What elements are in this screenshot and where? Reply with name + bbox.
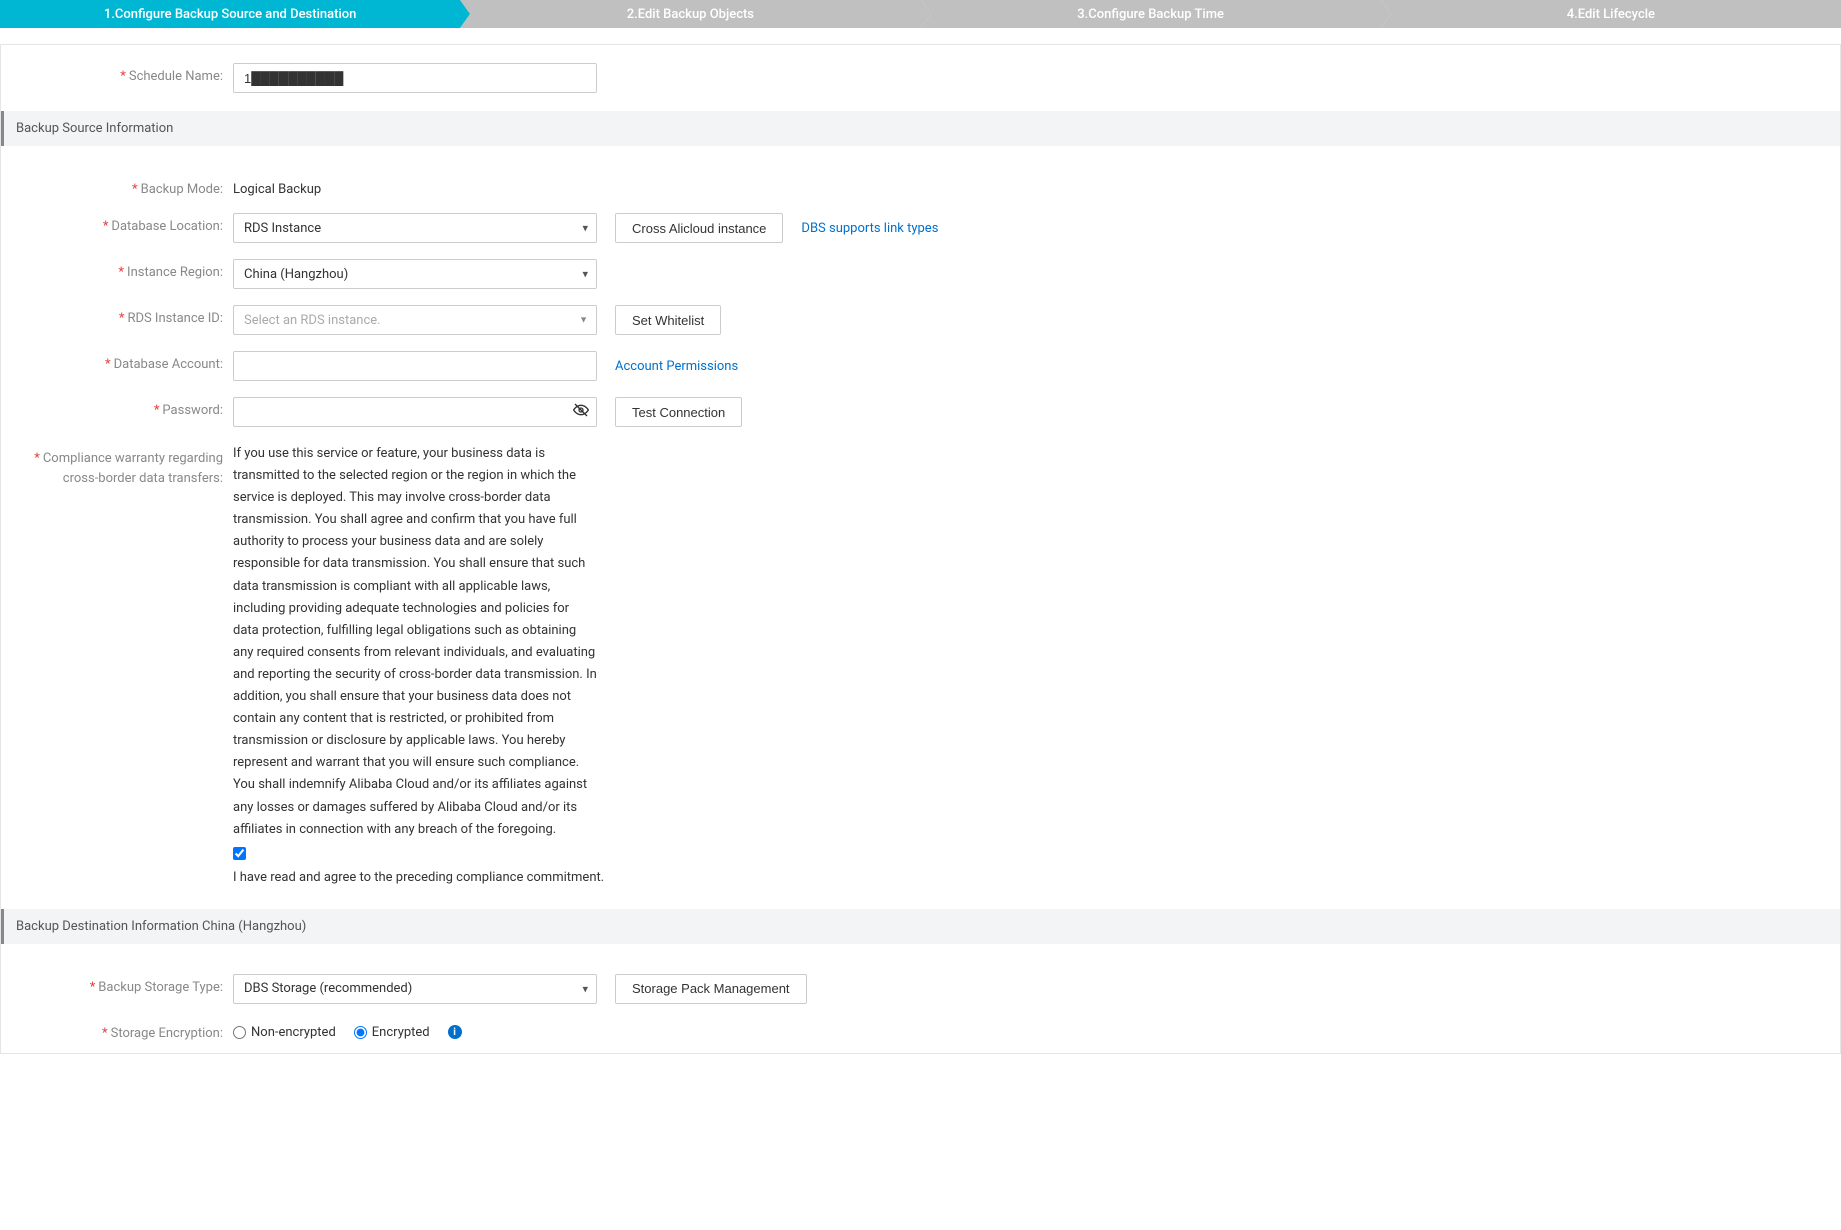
account-permissions-link[interactable]: Account Permissions [615,359,738,374]
encryption-none-radio[interactable] [233,1026,246,1039]
select-value: RDS Instance [244,221,321,236]
storage-type-select[interactable]: DBS Storage (recommended) ▾ [233,974,597,1004]
step-label: 1.Configure Backup Source and Destinatio… [104,7,357,22]
dbs-link-types-link[interactable]: DBS supports link types [801,221,938,236]
backup-mode-label: *Backup Mode: [1,176,233,197]
chevron-down-icon: ▼ [579,315,588,326]
db-account-input[interactable] [233,351,597,381]
compliance-row: *Compliance warranty regarding cross-bor… [1,435,1840,893]
compliance-label: *Compliance warranty regarding cross-bor… [1,443,233,488]
encryption-yes-radio[interactable] [354,1026,367,1039]
schedule-name-row: *Schedule Name: [1,45,1840,111]
backup-mode-row: *Backup Mode: Logical Backup [1,168,1840,205]
db-location-select[interactable]: RDS Instance ▾ [233,213,597,243]
storage-pack-mgmt-button[interactable]: Storage Pack Management [615,974,807,1004]
step-2[interactable]: 2.Edit Backup Objects [460,0,920,28]
rds-instance-id-label: *RDS Instance ID: [1,305,233,326]
select-value: DBS Storage (recommended) [244,981,412,996]
step-label: 2.Edit Backup Objects [627,7,754,22]
encryption-none-option[interactable]: Non-encrypted [233,1025,336,1040]
storage-type-row: *Backup Storage Type: DBS Storage (recom… [1,966,1840,1012]
db-location-row: *Database Location: RDS Instance ▾ Cross… [1,205,1840,251]
chevron-down-icon: ▾ [582,268,588,281]
cross-alicloud-button[interactable]: Cross Alicloud instance [615,213,783,243]
set-whitelist-button[interactable]: Set Whitelist [615,305,721,335]
info-icon[interactable]: i [448,1025,462,1039]
storage-type-label: *Backup Storage Type: [1,974,233,995]
step-3[interactable]: 3.Configure Backup Time [921,0,1381,28]
compliance-agree-checkbox[interactable] [233,847,246,860]
step-label: 4.Edit Lifecycle [1567,7,1655,22]
backup-mode-value: Logical Backup [233,176,321,197]
encryption-yes-option[interactable]: Encrypted [354,1025,430,1040]
step-1[interactable]: 1.Configure Backup Source and Destinatio… [0,0,460,28]
db-location-label: *Database Location: [1,213,233,234]
step-label: 3.Configure Backup Time [1077,7,1224,22]
chevron-down-icon: ▾ [582,982,588,995]
select-value: China (Hangzhou) [244,267,348,282]
storage-encryption-label: *Storage Encryption: [1,1020,233,1041]
instance-region-row: *Instance Region: China (Hangzhou) ▾ [1,251,1840,297]
schedule-name-input[interactable] [233,63,597,93]
eye-hidden-icon[interactable] [573,402,589,422]
chevron-down-icon: ▾ [582,222,588,235]
select-placeholder: Select an RDS instance. [244,313,381,328]
destination-section-header: Backup Destination Information China (Ha… [1,909,1840,944]
test-connection-button[interactable]: Test Connection [615,397,742,427]
step-4[interactable]: 4.Edit Lifecycle [1381,0,1841,28]
storage-encryption-row: *Storage Encryption: Non-encrypted Encry… [1,1012,1840,1049]
compliance-agree-label: I have read and agree to the preceding c… [233,870,604,885]
db-account-label: *Database Account: [1,351,233,372]
compliance-text: If you use this service or feature, your… [233,443,597,841]
wizard-stepper: 1.Configure Backup Source and Destinatio… [0,0,1841,28]
form-page: *Schedule Name: Backup Source Informatio… [0,44,1841,1054]
db-account-row: *Database Account: Account Permissions [1,343,1840,389]
schedule-name-label: *Schedule Name: [1,63,233,84]
password-row: *Password: Test Connection [1,389,1840,435]
rds-instance-id-select[interactable]: Select an RDS instance. ▼ [233,305,597,335]
instance-region-select[interactable]: China (Hangzhou) ▾ [233,259,597,289]
radio-label-text: Encrypted [372,1025,430,1040]
rds-instance-id-row: *RDS Instance ID: Select an RDS instance… [1,297,1840,343]
source-section-header: Backup Source Information [1,111,1840,146]
radio-label-text: Non-encrypted [251,1025,336,1040]
password-label: *Password: [1,397,233,418]
instance-region-label: *Instance Region: [1,259,233,280]
password-input[interactable] [233,397,597,427]
